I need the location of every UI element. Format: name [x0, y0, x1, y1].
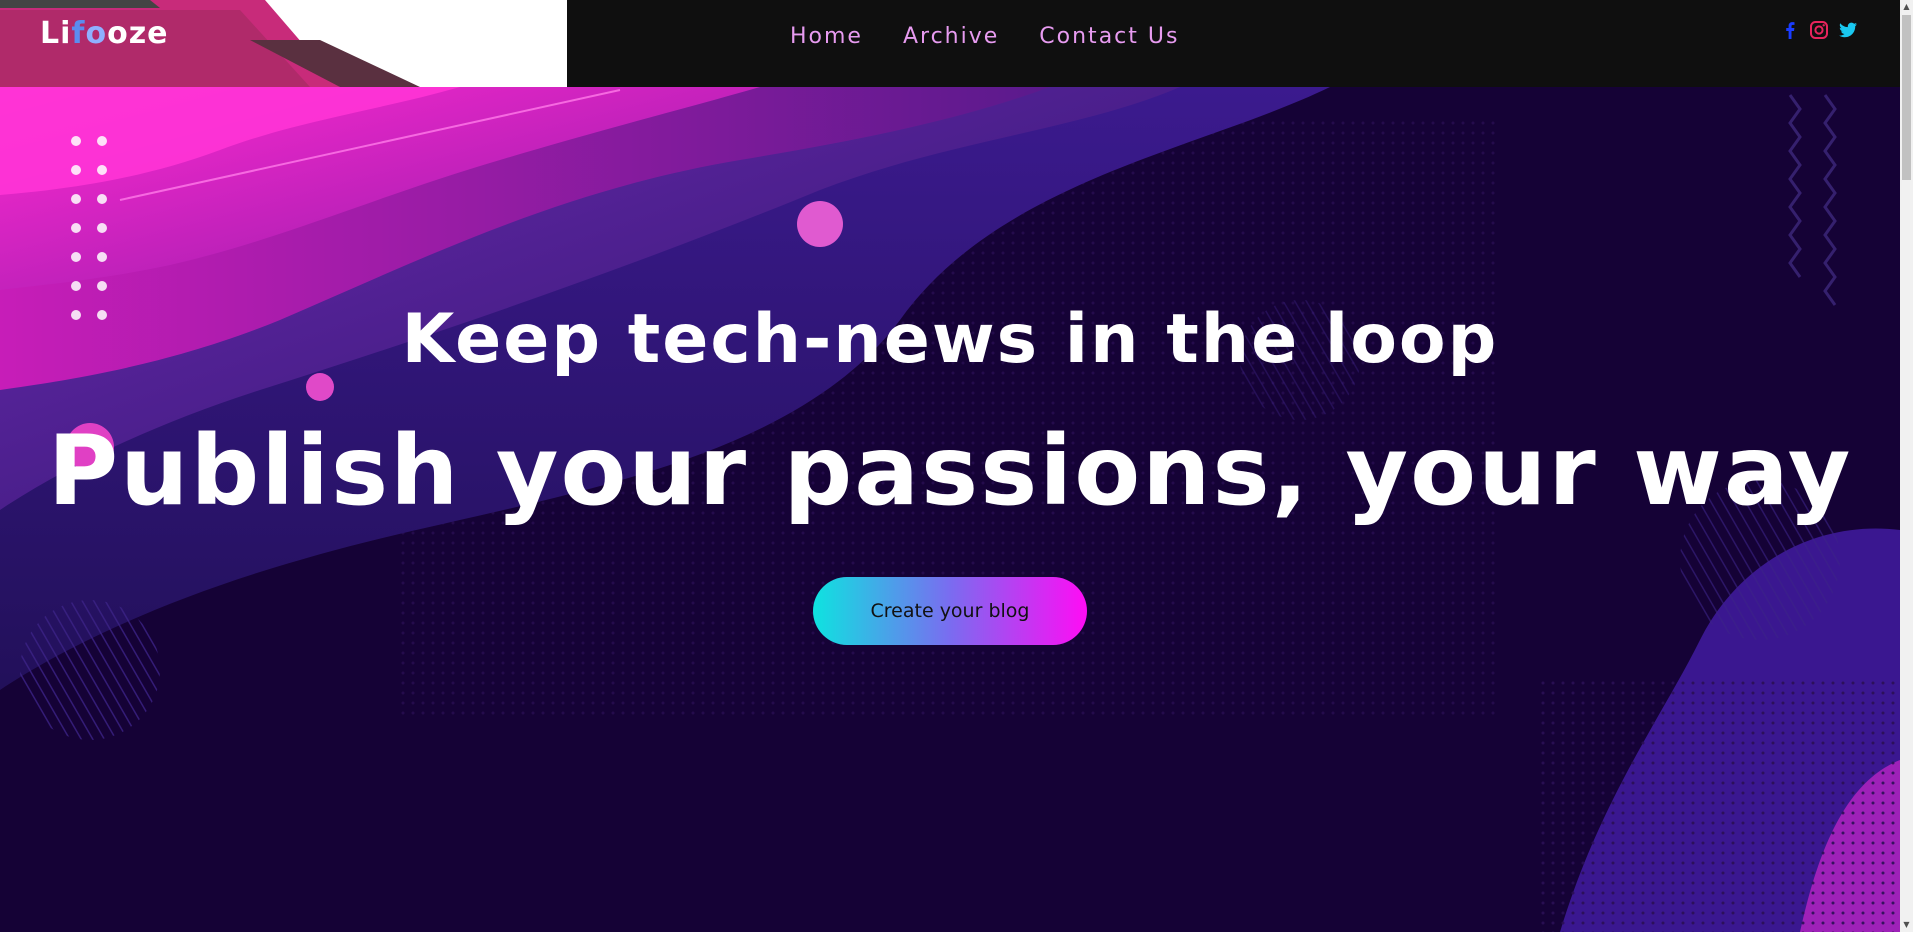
nav-contact-link[interactable]: Contact Us	[1039, 24, 1179, 49]
main-nav: Home Archive Contact Us	[790, 24, 1179, 49]
brand-panel: Lifooze	[0, 0, 567, 87]
hero-title: Publish your passions, your way	[47, 415, 1853, 527]
brand-letters-3: o	[85, 16, 108, 51]
brand-letters-4: oze	[107, 16, 169, 51]
page: Lifooze Home Archive Contact Us Keep tec…	[0, 0, 1913, 932]
brand-letters-2: f	[71, 16, 86, 51]
brand-logo[interactable]: Lifooze	[40, 16, 169, 51]
vertical-scrollbar[interactable]: ▲ ▼	[1900, 0, 1913, 932]
nav-home-link[interactable]: Home	[790, 24, 863, 49]
twitter-icon[interactable]	[1838, 20, 1858, 40]
brand-letters-1: Li	[40, 16, 72, 51]
facebook-icon[interactable]	[1780, 20, 1800, 40]
scroll-down-arrow-icon[interactable]: ▼	[1900, 918, 1913, 932]
scrollbar-thumb[interactable]	[1902, 15, 1911, 180]
nav-archive-link[interactable]: Archive	[903, 24, 999, 49]
create-blog-button[interactable]: Create your blog	[813, 577, 1087, 645]
navbar: Lifooze Home Archive Contact Us	[0, 0, 1900, 87]
instagram-icon[interactable]	[1809, 20, 1829, 40]
scroll-up-arrow-icon[interactable]: ▲	[1900, 0, 1913, 14]
hero-tagline: Keep tech-news in the loop	[401, 300, 1499, 379]
social-links	[1780, 20, 1858, 40]
